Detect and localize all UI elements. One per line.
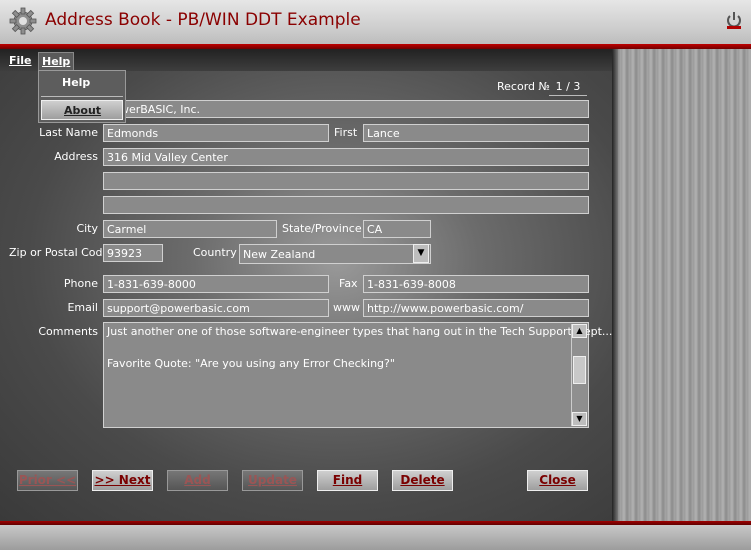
record-counter: 1 / 3 (549, 79, 587, 96)
www-field[interactable]: http://www.powerbasic.com/ (363, 299, 589, 317)
country-select[interactable]: New Zealand (239, 244, 431, 264)
last-name-field[interactable]: Edmonds (103, 124, 329, 142)
menu-item-about[interactable]: About (41, 100, 123, 120)
scroll-thumb[interactable] (573, 356, 586, 384)
menu-help[interactable]: Help (38, 52, 75, 71)
address-line2-field[interactable] (103, 172, 589, 190)
power-icon[interactable] (726, 10, 742, 32)
zip-label: Zip or Postal Code (9, 246, 110, 259)
menu-separator (41, 96, 123, 97)
gear-icon (9, 7, 37, 35)
prior-button[interactable]: Prior << (17, 470, 78, 491)
city-label: City (76, 222, 98, 235)
title-bar[interactable]: Address Book - PB/WIN DDT Example (0, 0, 751, 44)
help-dropdown-menu: Help About (38, 70, 126, 123)
window-title: Address Book - PB/WIN DDT Example (45, 10, 361, 30)
fax-label: Fax (339, 277, 358, 290)
address-line3-field[interactable] (103, 196, 589, 214)
first-name-field[interactable]: Lance (363, 124, 589, 142)
country-label: Country (193, 246, 237, 259)
address-label: Address (54, 150, 98, 163)
www-label: www (333, 301, 360, 314)
comments-line-1: Just another one of those software-engin… (107, 325, 613, 338)
update-button[interactable]: Update (242, 470, 303, 491)
comments-scrollbar[interactable]: ▲ ▼ (571, 324, 587, 426)
comments-line-2: Favorite Quote: "Are you using any Error… (107, 357, 395, 370)
company-field[interactable]: PowerBASIC, Inc. (103, 100, 589, 118)
delete-button[interactable]: Delete (392, 470, 453, 491)
find-button[interactable]: Find (317, 470, 378, 491)
record-label: Record № (497, 80, 550, 93)
add-button[interactable]: Add (167, 470, 228, 491)
fax-field[interactable]: 1-831-639-8008 (363, 275, 589, 293)
state-field[interactable]: CA (363, 220, 431, 238)
phone-field[interactable]: 1-831-639-8000 (103, 275, 329, 293)
bottom-divider (0, 521, 751, 525)
bottom-bar (0, 521, 751, 550)
right-decor-panel (612, 49, 751, 521)
menu-bar: File Help (0, 49, 612, 71)
city-field[interactable]: Carmel (103, 220, 277, 238)
email-field[interactable]: support@powerbasic.com (103, 299, 329, 317)
state-label: State/Province (282, 222, 362, 235)
email-label: Email (67, 301, 98, 314)
next-button[interactable]: >> Next (92, 470, 153, 491)
phone-label: Phone (63, 277, 98, 290)
menu-item-help[interactable]: Help (40, 72, 124, 94)
address-line1-field[interactable]: 316 Mid Valley Center (103, 148, 589, 166)
menu-file[interactable]: File (5, 52, 36, 69)
first-name-label: First (334, 126, 358, 139)
last-name-label: Last Name (39, 126, 98, 139)
close-button[interactable]: Close (527, 470, 588, 491)
comments-field[interactable]: Just another one of those software-engin… (103, 322, 612, 428)
chevron-down-icon[interactable]: ▼ (413, 244, 429, 263)
scroll-up-icon[interactable]: ▲ (572, 324, 587, 338)
comments-label: Comments (38, 325, 98, 338)
scroll-down-icon[interactable]: ▼ (572, 412, 587, 426)
zip-field[interactable]: 93923 (103, 244, 163, 262)
